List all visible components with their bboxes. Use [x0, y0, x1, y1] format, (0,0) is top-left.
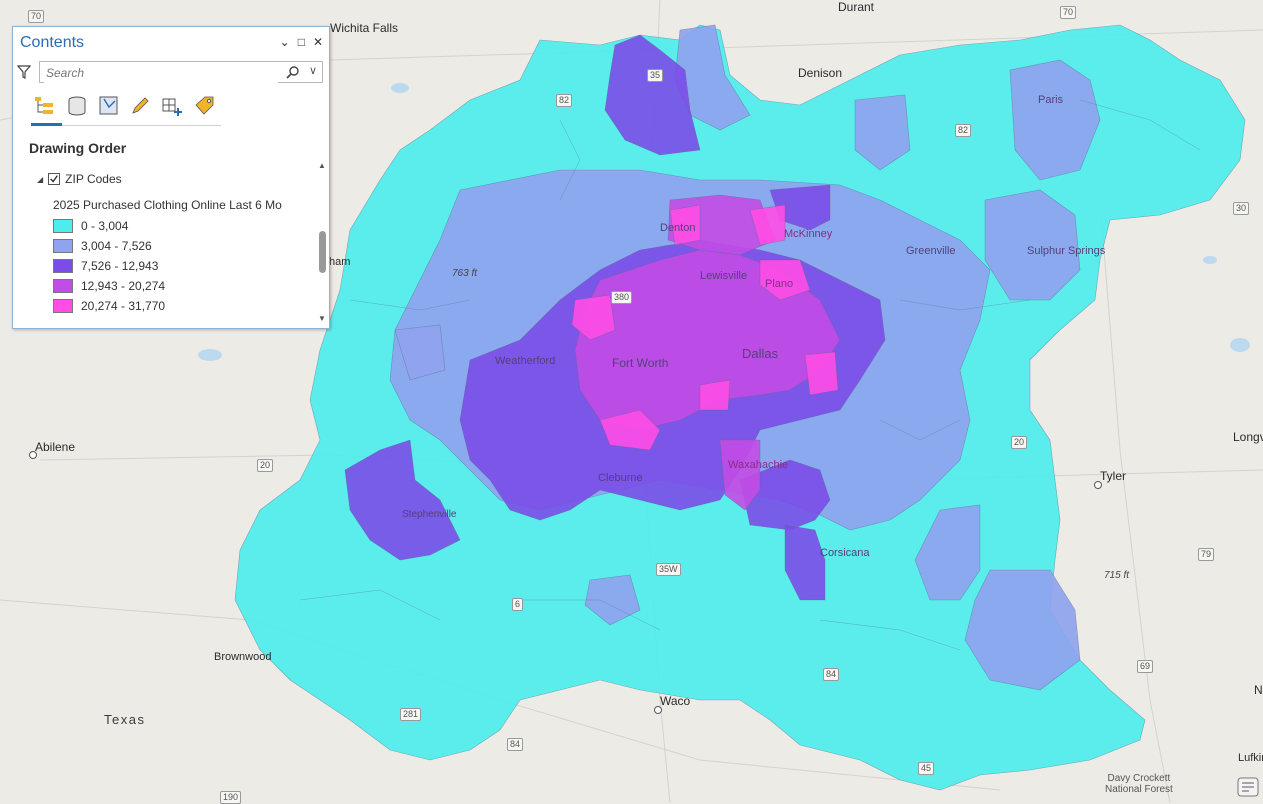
filter-icon[interactable] — [17, 65, 31, 79]
active-tab-indicator — [31, 123, 62, 126]
place-tyler: Tyler — [1100, 469, 1127, 483]
legend-label: 20,274 - 31,770 — [81, 299, 166, 313]
layer-visibility-checkbox[interactable] — [48, 173, 61, 185]
scroll-down-icon[interactable]: ▼ — [318, 314, 326, 323]
map-notes-icon[interactable] — [1237, 777, 1259, 797]
highway-shield: 70 — [28, 10, 45, 23]
highway-shield: 20 — [257, 459, 274, 472]
place-nac: N — [1254, 683, 1263, 697]
legend-label: 7,526 - 12,943 — [81, 259, 159, 273]
place-lewisville: Lewisville — [700, 270, 748, 282]
place-dallas: Dallas — [742, 346, 779, 361]
place-sulphur-springs: Sulphur Springs — [1027, 245, 1106, 257]
legend-item[interactable]: 0 - 3,004 — [53, 219, 128, 233]
highway-shield: 79 — [1198, 548, 1215, 561]
layer-row-zip-codes[interactable]: ◢ ZIP Codes — [37, 172, 122, 186]
place-greenville: Greenville — [906, 245, 956, 257]
scrollbar-thumb[interactable] — [319, 231, 326, 273]
legend-swatch — [53, 219, 73, 233]
collapse-caret-icon[interactable]: ◢ — [37, 175, 43, 184]
place-paris: Paris — [1038, 94, 1064, 106]
highway-shield: 84 — [507, 738, 524, 751]
legend-item[interactable]: 3,004 - 7,526 — [53, 239, 152, 253]
search-icon[interactable] — [286, 65, 300, 79]
contents-toolbar — [31, 91, 221, 126]
scroll-up-icon[interactable]: ▲ — [318, 161, 326, 170]
legend-swatch — [53, 299, 73, 313]
place-stephenville: Stephenville — [402, 509, 457, 520]
place-davy-crockett-nf: Davy Crockett National Forest — [1105, 773, 1173, 795]
place-brownwood: Brownwood — [214, 651, 272, 663]
zip-class-4 — [699, 379, 731, 411]
list-by-drawing-order-icon[interactable] — [33, 95, 57, 117]
list-by-labeling-icon[interactable] — [193, 95, 217, 117]
highway-shield: 35W — [656, 563, 681, 576]
place-waxahachie: Waxahachie — [728, 459, 789, 471]
chevron-down-icon[interactable]: ⌄ — [280, 35, 290, 49]
highway-shield: 45 — [918, 762, 935, 775]
elevation-label: 763 ft — [452, 268, 478, 279]
highway-shield: 35 — [647, 69, 664, 82]
legend-item[interactable]: 7,526 - 12,943 — [53, 259, 158, 273]
highway-shield: 20 — [1011, 436, 1028, 449]
checkmark-icon — [50, 175, 58, 183]
list-by-source-icon[interactable] — [65, 95, 89, 117]
zip-class-4 — [804, 351, 839, 396]
legend-swatch — [53, 239, 73, 253]
list-by-snapping-icon[interactable] — [161, 95, 185, 117]
place-weatherford: Weatherford — [495, 355, 556, 367]
place-longview: Longv — [1233, 430, 1263, 444]
place-denton: Denton — [660, 222, 696, 234]
highway-shield: 30 — [1233, 202, 1250, 215]
highway-shield: 84 — [823, 668, 840, 681]
contents-pane: Contents ⌄ □ ✕ ∨ — [12, 26, 330, 329]
highway-shield: 82 — [556, 94, 573, 107]
place-corsicana: Corsicana — [820, 547, 870, 559]
place-plano: Plano — [765, 278, 794, 290]
elevation-label: 715 ft — [1104, 570, 1130, 581]
legend-swatch — [53, 259, 73, 273]
place-mckinney: McKinney — [784, 228, 833, 240]
legend-label: 3,004 - 7,526 — [81, 239, 152, 253]
chevron-down-icon[interactable]: ∨ — [309, 64, 317, 77]
place-denison: Denison — [798, 66, 843, 80]
place-cleburne: Cleburne — [598, 472, 643, 484]
list-by-selection-icon[interactable] — [97, 95, 121, 117]
place-texas: Texas — [104, 712, 146, 727]
pane-window-controls: ⌄ □ ✕ — [280, 35, 323, 49]
maximize-icon[interactable]: □ — [298, 35, 305, 49]
search-box[interactable]: ∨ — [39, 61, 323, 83]
contents-pane-title: Contents — [20, 34, 85, 51]
highway-shield: 190 — [220, 791, 242, 804]
place-wichita-falls: Wichita Falls — [330, 21, 399, 35]
legend-title: 2025 Purchased Clothing Online Last 6 Mo — [53, 198, 282, 212]
highway-shield: 69 — [1137, 660, 1154, 673]
section-title: Drawing Order — [29, 140, 127, 156]
legend-item[interactable]: 12,943 - 20,274 — [53, 279, 165, 293]
layer-name: ZIP Codes — [65, 172, 122, 186]
highway-shield: 380 — [611, 291, 633, 304]
legend-item[interactable]: 20,274 - 31,770 — [53, 299, 165, 313]
highway-shield: 6 — [512, 598, 524, 611]
highway-shield: 82 — [955, 124, 972, 137]
place-abilene: Abilene — [35, 440, 76, 454]
place-fort-worth: Fort Worth — [612, 356, 669, 370]
legend-label: 0 - 3,004 — [81, 219, 129, 233]
place-partial: ham — [329, 256, 351, 268]
pane-scrollbar[interactable]: ▲ ▼ — [317, 161, 327, 323]
highway-shield: 70 — [1060, 6, 1077, 19]
close-icon[interactable]: ✕ — [313, 35, 323, 49]
legend-swatch — [53, 279, 73, 293]
list-by-editing-icon[interactable] — [129, 95, 153, 117]
place-lufkin: Lufkin — [1238, 752, 1263, 764]
highway-shield: 281 — [400, 708, 422, 721]
place-waco: Waco — [660, 694, 691, 708]
search-input[interactable] — [44, 63, 278, 83]
place-durant: Durant — [838, 0, 875, 14]
legend-label: 12,943 - 20,274 — [81, 279, 166, 293]
